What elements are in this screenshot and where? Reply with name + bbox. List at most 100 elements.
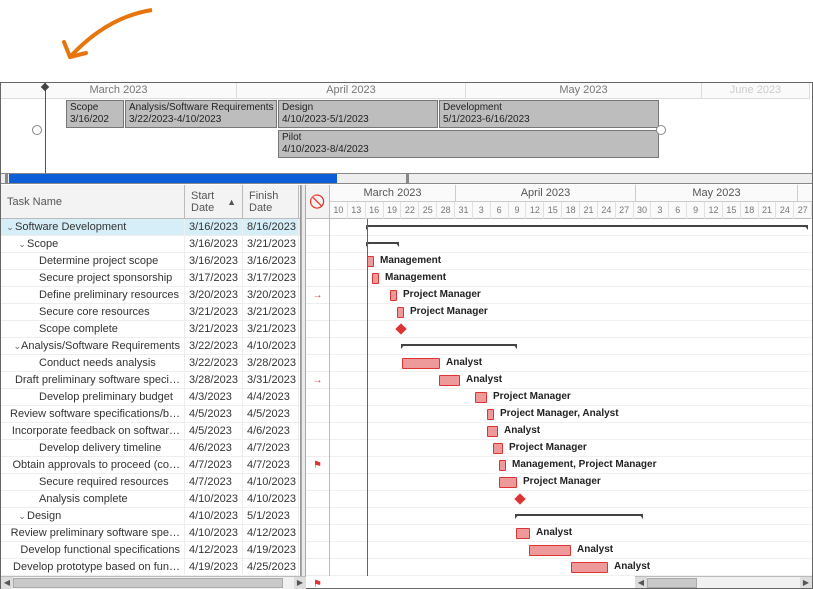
task-bar[interactable]	[529, 545, 571, 556]
start-date-cell: 4/7/2023	[185, 457, 243, 473]
overview-current-marker[interactable]	[45, 83, 46, 173]
gantt-row[interactable]	[330, 219, 812, 236]
resource-label: Management	[380, 255, 441, 266]
task-row[interactable]: ⌄Analysis/Software Requirements3/22/2023…	[1, 338, 300, 355]
gantt-row[interactable]: Analyst	[330, 372, 812, 389]
gantt-hscroll[interactable]: ◀ ▶	[635, 576, 812, 588]
task-bar[interactable]	[402, 358, 440, 369]
expand-toggle-icon[interactable]: ⌄	[5, 219, 15, 235]
gantt-row[interactable]	[330, 338, 812, 355]
overview-phase-bar[interactable]: Scope3/16/202	[66, 100, 124, 128]
overview-phase-bar[interactable]: Development5/1/2023-6/16/2023	[439, 100, 659, 128]
task-bar[interactable]	[475, 392, 487, 403]
task-row[interactable]: Develop functional specifications4/12/20…	[1, 542, 300, 559]
gantt-row[interactable]: Project Manager	[330, 304, 812, 321]
task-row[interactable]: Draft preliminary software speci…3/28/20…	[1, 372, 300, 389]
overview-end-circle	[32, 125, 42, 135]
gantt-row[interactable]: Management, Project Manager	[330, 457, 812, 474]
summary-bar[interactable]	[367, 242, 398, 247]
gantt-row[interactable]	[330, 491, 812, 508]
task-row[interactable]: Secure required resources4/7/20234/10/20…	[1, 474, 300, 491]
timeline-day: 15	[723, 202, 741, 219]
expand-toggle-icon[interactable]: ⌄	[13, 338, 21, 354]
task-bar[interactable]	[487, 409, 494, 420]
range-thumb[interactable]	[9, 174, 337, 183]
task-row[interactable]: ⌄Scope3/16/20233/21/2023	[1, 236, 300, 253]
gantt-row[interactable]: Analyst	[330, 525, 812, 542]
gantt-row[interactable]	[330, 236, 812, 253]
gantt-row[interactable]: Analyst	[330, 559, 812, 576]
gantt-row[interactable]: Management	[330, 270, 812, 287]
gantt-row[interactable]: Project Manager	[330, 440, 812, 457]
task-row[interactable]: Secure core resources3/21/20233/21/2023	[1, 304, 300, 321]
task-bar[interactable]	[516, 528, 530, 539]
task-row[interactable]: Review preliminary software spe…4/10/202…	[1, 525, 300, 542]
finish-date-cell: 4/25/2023	[243, 559, 299, 575]
today-line	[367, 219, 368, 576]
task-row[interactable]: Develop delivery timeline4/6/20234/7/202…	[1, 440, 300, 457]
task-bar[interactable]	[390, 290, 397, 301]
task-bar[interactable]	[397, 307, 404, 318]
summary-bar[interactable]	[516, 514, 642, 519]
task-row[interactable]: ⌄Software Development3/16/20238/16/2023	[1, 219, 300, 236]
scroll-left-icon[interactable]: ◀	[635, 577, 647, 589]
gantt-row[interactable]	[330, 321, 812, 338]
timeline-day: 6	[669, 202, 687, 219]
scroll-right-icon[interactable]: ▶	[294, 577, 306, 589]
task-grid[interactable]: Task Name Start Date ▲ Finish Date ⌄Soft…	[1, 185, 301, 588]
expand-toggle-icon[interactable]: ⌄	[17, 508, 27, 524]
gantt-row[interactable]: Management	[330, 253, 812, 270]
task-row[interactable]: Develop preliminary budget4/3/20234/4/20…	[1, 389, 300, 406]
gantt-row[interactable]: Project Manager	[330, 389, 812, 406]
gantt-row[interactable]: Project Manager	[330, 287, 812, 304]
task-row[interactable]: ⌄Design4/10/20235/1/2023	[1, 508, 300, 525]
task-row[interactable]: Incorporate feedback on softwar…4/5/2023…	[1, 423, 300, 440]
overview-range-strip[interactable]	[1, 174, 812, 184]
milestone-marker[interactable]	[514, 493, 525, 504]
gantt-row[interactable]: Analyst	[330, 355, 812, 372]
overview-phase-bar[interactable]: Pilot4/10/2023-8/4/2023	[278, 130, 659, 158]
gantt-row[interactable]	[330, 508, 812, 525]
task-bar[interactable]	[367, 256, 374, 267]
task-bar[interactable]	[571, 562, 608, 573]
task-bar[interactable]	[499, 460, 506, 471]
column-start-date[interactable]: Start Date ▲	[185, 185, 243, 218]
indicator-cell	[306, 491, 329, 508]
column-finish-date[interactable]: Finish Date	[243, 185, 299, 218]
gantt-row[interactable]: Project Manager	[330, 474, 812, 491]
summary-bar[interactable]	[402, 344, 516, 349]
task-row[interactable]: Develop prototype based on fun…4/19/2023…	[1, 559, 300, 576]
grid-hscroll[interactable]: ◀ ▶	[1, 576, 306, 588]
summary-bar[interactable]	[367, 225, 807, 230]
task-bar[interactable]	[439, 375, 460, 386]
task-bar[interactable]	[499, 477, 517, 488]
task-row[interactable]: Analysis complete4/10/20234/10/2023	[1, 491, 300, 508]
gantt-chart[interactable]: 🚫 →→⚑⚑ March 2023April 2023May 2023 1013…	[306, 185, 812, 588]
start-date-cell: 3/16/2023	[185, 236, 243, 252]
start-date-cell: 4/5/2023	[185, 423, 243, 439]
overview-phase-bar[interactable]: Design4/10/2023-5/1/2023	[278, 100, 438, 128]
gantt-row[interactable]: Analyst	[330, 423, 812, 440]
scroll-left-icon[interactable]: ◀	[1, 577, 13, 589]
milestone-marker[interactable]	[395, 323, 406, 334]
resource-label: Project Manager, Analyst	[500, 408, 619, 419]
overview-timeline[interactable]: March 2023April 2023May 2023June 2023 Sc…	[1, 83, 812, 174]
gantt-row[interactable]: Project Manager, Analyst	[330, 406, 812, 423]
expand-toggle-icon[interactable]: ⌄	[17, 236, 27, 252]
task-row[interactable]: Determine project scope3/16/20233/16/202…	[1, 253, 300, 270]
overview-phase-bar[interactable]: Analysis/Software Requirements3/22/2023-…	[125, 100, 277, 128]
task-bar[interactable]	[372, 273, 379, 284]
scroll-right-icon[interactable]: ▶	[800, 577, 812, 589]
task-row[interactable]: Conduct needs analysis3/22/20233/28/2023	[1, 355, 300, 372]
gantt-row[interactable]: Analyst	[330, 542, 812, 559]
task-bar[interactable]	[487, 426, 498, 437]
task-row[interactable]: Review software specifications/b…4/5/202…	[1, 406, 300, 423]
task-row[interactable]: Secure project sponsorship3/17/20233/17/…	[1, 270, 300, 287]
indicator-cell	[306, 559, 329, 576]
task-bar[interactable]	[493, 443, 503, 454]
indicator-cell: ⚑	[306, 576, 329, 588]
task-row[interactable]: Define preliminary resources3/20/20233/2…	[1, 287, 300, 304]
task-row[interactable]: Obtain approvals to proceed (co…4/7/2023…	[1, 457, 300, 474]
column-task-name[interactable]: Task Name	[1, 185, 185, 218]
task-row[interactable]: Scope complete3/21/20233/21/2023	[1, 321, 300, 338]
